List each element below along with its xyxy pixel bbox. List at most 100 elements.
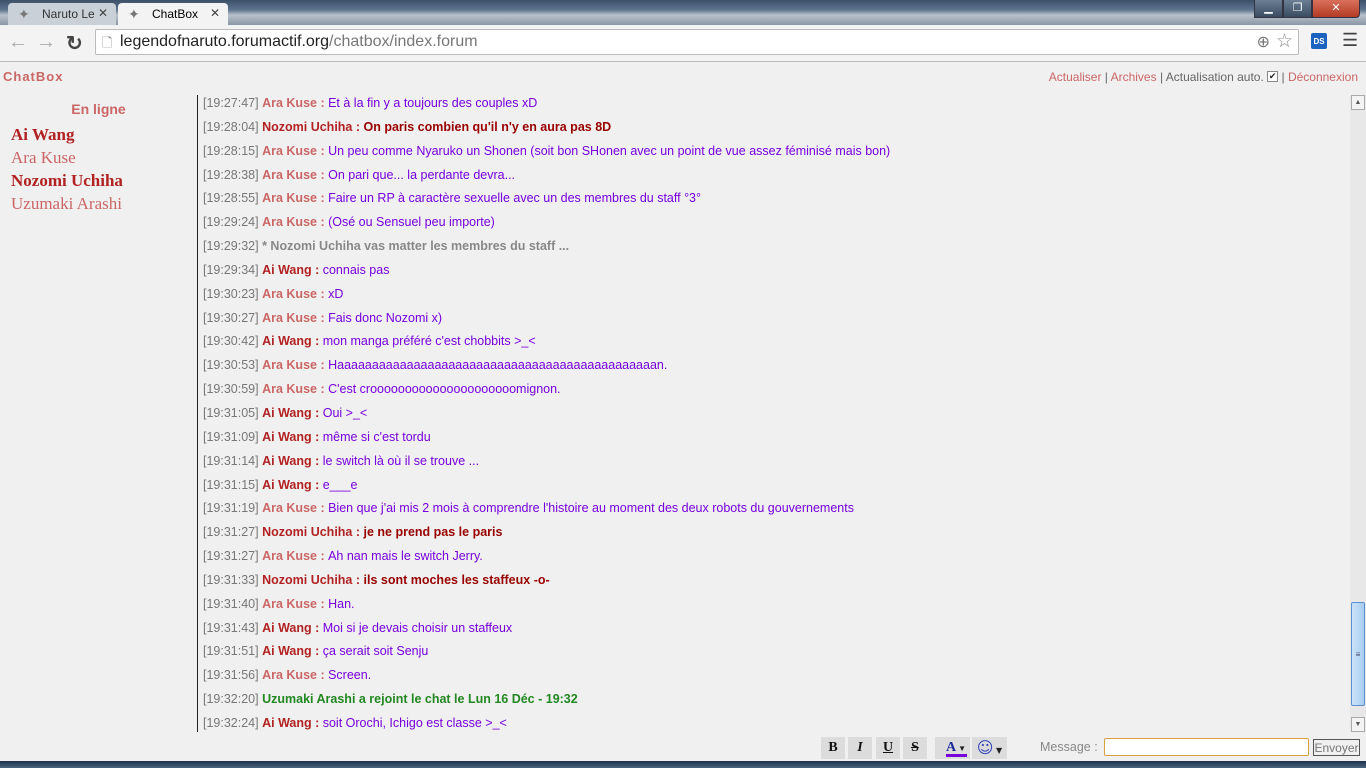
message-time: [19:31:09] bbox=[203, 429, 259, 444]
restore-button[interactable]: ❐ bbox=[1283, 0, 1312, 18]
forward-icon[interactable]: → bbox=[36, 31, 56, 54]
scroll-up-arrow[interactable]: ▲ bbox=[1351, 95, 1365, 110]
message-author[interactable]: Ara Kuse bbox=[262, 96, 317, 110]
online-user[interactable]: Uzumaki Arashi bbox=[0, 192, 197, 215]
chat-message: [19:31:15] Ai Wang : e___e bbox=[199, 477, 1349, 501]
message-author[interactable]: Ara Kuse bbox=[262, 549, 317, 563]
message-author[interactable]: Ara Kuse bbox=[262, 597, 317, 611]
message-text: Bien que j'ai mis 2 mois à comprendre l'… bbox=[328, 501, 854, 516]
message-text: Fais donc Nozomi x) bbox=[328, 310, 443, 325]
separator: : bbox=[352, 525, 364, 540]
message-time: [19:31:27] bbox=[203, 549, 259, 564]
message-text: Faire un RP à caractère sexuelle avec un… bbox=[328, 191, 702, 206]
composer: B I U S A ▼ ☺ ▼ Message : Envoyer bbox=[0, 737, 1366, 759]
message-author[interactable]: Ara Kuse bbox=[262, 144, 317, 158]
smiley-button[interactable]: ☺ ▼ bbox=[972, 737, 1007, 759]
refresh-link[interactable]: Actualiser bbox=[1049, 70, 1102, 84]
message-text: soit Orochi, Ichigo est classe >_< bbox=[322, 715, 507, 730]
text-color-button[interactable]: A ▼ bbox=[935, 737, 970, 759]
strike-button[interactable]: S bbox=[903, 737, 927, 759]
tab-naruto[interactable]: ✦ Naruto Le ✕ bbox=[8, 3, 116, 25]
menu-icon[interactable]: ☰ bbox=[1342, 30, 1358, 51]
close-window-button[interactable]: ✕ bbox=[1312, 0, 1360, 18]
separator: : bbox=[316, 668, 329, 683]
separator: : bbox=[316, 358, 329, 373]
zoom-icon[interactable]: ⊕ bbox=[1257, 32, 1270, 52]
message-author[interactable]: Ai Wang bbox=[262, 644, 312, 658]
message-text: Screen. bbox=[328, 668, 372, 683]
message-author[interactable]: Nozomi Uchiha bbox=[262, 525, 352, 539]
chat-message: [19:31:05] Ai Wang : Oui >_< bbox=[199, 405, 1349, 429]
message-time: [19:28:38] bbox=[203, 167, 259, 182]
separator: : bbox=[311, 620, 323, 635]
scroll-down-arrow[interactable]: ▼ bbox=[1351, 717, 1365, 732]
message-text: Haaaaaaaaaaaaaaaaaaaaaaaaaaaaaaaaaaaaaaa… bbox=[328, 358, 668, 373]
separator: : bbox=[316, 96, 329, 110]
message-text: le switch là où il se trouve ... bbox=[322, 453, 480, 468]
online-user[interactable]: Nozomi Uchiha bbox=[0, 169, 197, 192]
message-author[interactable]: Ara Kuse bbox=[262, 191, 317, 205]
message-author[interactable]: Ara Kuse bbox=[262, 287, 317, 301]
archives-link[interactable]: Archives bbox=[1111, 70, 1157, 84]
online-user[interactable]: Ara Kuse bbox=[0, 146, 197, 169]
chat-messages: [19:27:47] Ara Kuse : Et à la fin y a to… bbox=[199, 95, 1349, 732]
page-icon: 🗋 bbox=[102, 35, 113, 50]
extension-icon[interactable]: DS bbox=[1311, 33, 1327, 49]
chat-message: [19:31:19] Ara Kuse : Bien que j'ai mis … bbox=[199, 500, 1349, 524]
message-input[interactable] bbox=[1104, 738, 1309, 756]
underline-button[interactable]: U bbox=[876, 737, 900, 759]
message-author[interactable]: Ai Wang bbox=[262, 478, 312, 492]
italic-button[interactable]: I bbox=[848, 737, 872, 759]
message-author[interactable]: Nozomi Uchiha bbox=[262, 573, 352, 587]
message-author[interactable]: Ai Wang bbox=[262, 716, 312, 730]
message-author[interactable]: Ara Kuse bbox=[262, 168, 317, 182]
message-text: Ah nan mais le switch Jerry. bbox=[328, 549, 483, 564]
message-text: e___e bbox=[322, 477, 358, 492]
chat-message: [19:30:27] Ara Kuse : Fais donc Nozomi x… bbox=[199, 310, 1349, 334]
scroll-thumb[interactable]: ≡ bbox=[1351, 602, 1365, 706]
separator: : bbox=[352, 119, 364, 134]
smiley-icon: ☺ bbox=[976, 738, 994, 757]
separator: : bbox=[311, 262, 323, 277]
message-author[interactable]: Ara Kuse bbox=[262, 358, 317, 372]
message-author[interactable]: Ara Kuse bbox=[262, 382, 317, 396]
message-time: [19:31:33] bbox=[203, 572, 259, 587]
message-author[interactable]: Ai Wang bbox=[262, 430, 312, 444]
message-author[interactable]: Ara Kuse bbox=[262, 215, 317, 229]
shuriken-icon: ✦ bbox=[18, 6, 30, 22]
message-author[interactable]: Ara Kuse bbox=[262, 311, 317, 325]
back-icon[interactable]: ← bbox=[8, 31, 28, 54]
tab-chatbox[interactable]: ✦ ChatBox ✕ bbox=[118, 3, 228, 25]
online-user[interactable]: Ai Wang bbox=[0, 123, 197, 146]
message-author[interactable]: Ara Kuse bbox=[262, 501, 317, 515]
tab-label: ChatBox bbox=[152, 7, 199, 21]
message-time: [19:27:47] bbox=[203, 96, 259, 110]
message-time: [19:32:20] bbox=[203, 692, 259, 707]
message-text: On paris combien qu'il n'y en aura pas 8… bbox=[363, 119, 612, 134]
bookmark-star-icon[interactable]: ☆ bbox=[1276, 30, 1293, 53]
message-author[interactable]: Ara Kuse bbox=[262, 668, 317, 682]
logout-link[interactable]: Déconnexion bbox=[1288, 70, 1358, 84]
chat-message: [19:31:14] Ai Wang : le switch là où il … bbox=[199, 453, 1349, 477]
message-author[interactable]: Ai Wang bbox=[262, 334, 312, 348]
chat-message: [19:28:04] Nozomi Uchiha : On paris comb… bbox=[199, 119, 1349, 143]
address-bar[interactable]: 🗋 legendofnaruto.forumactif.org/chatbox/… bbox=[95, 29, 1299, 55]
scrollbar[interactable]: ▲ ≡ ▼ bbox=[1350, 95, 1366, 732]
reload-icon[interactable]: ↻ bbox=[66, 31, 83, 56]
message-time: [19:28:15] bbox=[203, 143, 259, 158]
message-author[interactable]: Ai Wang bbox=[262, 406, 312, 420]
auto-refresh-checkbox[interactable]: ✔ bbox=[1267, 71, 1279, 82]
message-author[interactable]: Nozomi Uchiha bbox=[262, 120, 352, 134]
message-author[interactable]: Ai Wang bbox=[262, 621, 312, 635]
bold-button[interactable]: B bbox=[821, 737, 845, 759]
send-button[interactable]: Envoyer bbox=[1313, 739, 1360, 756]
message-author[interactable]: Ai Wang bbox=[262, 263, 312, 277]
close-tab-icon[interactable]: ✕ bbox=[98, 6, 108, 20]
message-author[interactable]: Ai Wang bbox=[262, 454, 312, 468]
minimize-button[interactable]: ▁ bbox=[1254, 0, 1283, 18]
chat-message: [19:30:23] Ara Kuse : xD bbox=[199, 286, 1349, 310]
message-time: [19:31:27] bbox=[203, 525, 259, 540]
message-text: mon manga préféré c'est chobbits >_< bbox=[322, 334, 536, 349]
close-tab-icon[interactable]: ✕ bbox=[210, 6, 220, 20]
chat-message: [19:31:27] Ara Kuse : Ah nan mais le swi… bbox=[199, 548, 1349, 572]
